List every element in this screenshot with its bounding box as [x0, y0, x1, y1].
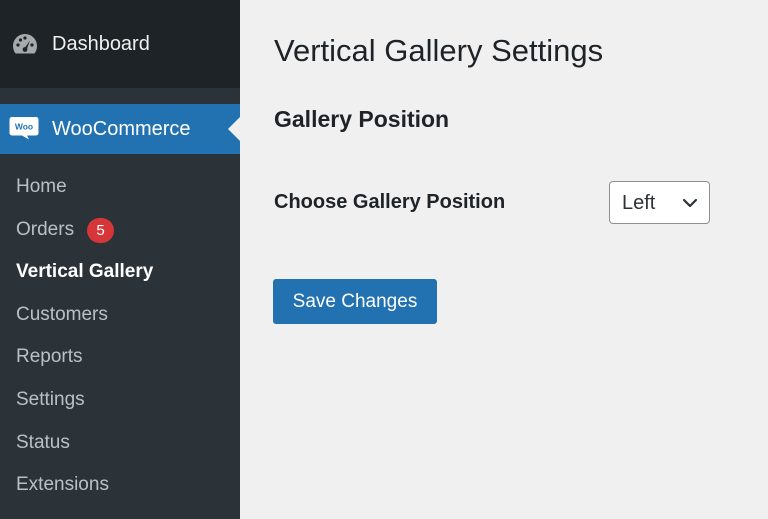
admin-sidebar: Dashboard Woo WooCommerce Home Orders 5 …: [0, 0, 240, 519]
chevron-down-icon: [682, 198, 698, 208]
submenu-item-label: Orders: [16, 218, 75, 240]
submenu-item-extensions[interactable]: Extensions: [0, 464, 240, 507]
select-value: Left: [622, 192, 656, 214]
sidebar-item-dashboard[interactable]: Dashboard: [0, 0, 240, 88]
submenu-item-orders[interactable]: Orders 5: [0, 209, 240, 252]
submenu-item-label: Customers: [16, 303, 108, 325]
submenu-item-settings[interactable]: Settings: [0, 379, 240, 422]
submenu-item-vertical-gallery[interactable]: Vertical Gallery: [0, 251, 240, 294]
submenu-item-label: Settings: [16, 388, 85, 410]
submenu-item-home[interactable]: Home: [0, 166, 240, 209]
woocommerce-submenu: Home Orders 5 Vertical Gallery Customers…: [0, 166, 240, 507]
submenu-item-reports[interactable]: Reports: [0, 336, 240, 379]
gallery-position-label: Choose Gallery Position: [274, 191, 506, 213]
settings-content: Vertical Gallery Settings Gallery Positi…: [240, 0, 768, 519]
submenu-item-label: Reports: [16, 346, 83, 368]
gallery-position-select[interactable]: Left: [609, 181, 710, 224]
woocommerce-logo-text: Woo: [15, 122, 33, 132]
submenu-item-label: Home: [16, 176, 67, 197]
submenu-item-status[interactable]: Status: [0, 422, 240, 465]
sidebar-item-label: Dashboard: [52, 33, 150, 55]
orders-count-badge: 5: [87, 217, 114, 243]
sidebar-item-woocommerce[interactable]: Woo WooCommerce: [0, 104, 240, 154]
save-changes-button[interactable]: Save Changes: [273, 279, 437, 324]
submenu-item-label: Extensions: [16, 474, 109, 496]
submenu-item-customers[interactable]: Customers: [0, 294, 240, 337]
sidebar-item-label: WooCommerce: [52, 118, 191, 140]
woocommerce-logo-icon: Woo: [9, 117, 39, 140]
submenu-item-label: Vertical Gallery: [16, 261, 154, 283]
section-title: Gallery Position: [274, 106, 450, 132]
dashboard-gauge-icon: [13, 34, 37, 54]
submenu-item-label: Status: [16, 431, 70, 453]
page-title: Vertical Gallery Settings: [274, 33, 604, 68]
